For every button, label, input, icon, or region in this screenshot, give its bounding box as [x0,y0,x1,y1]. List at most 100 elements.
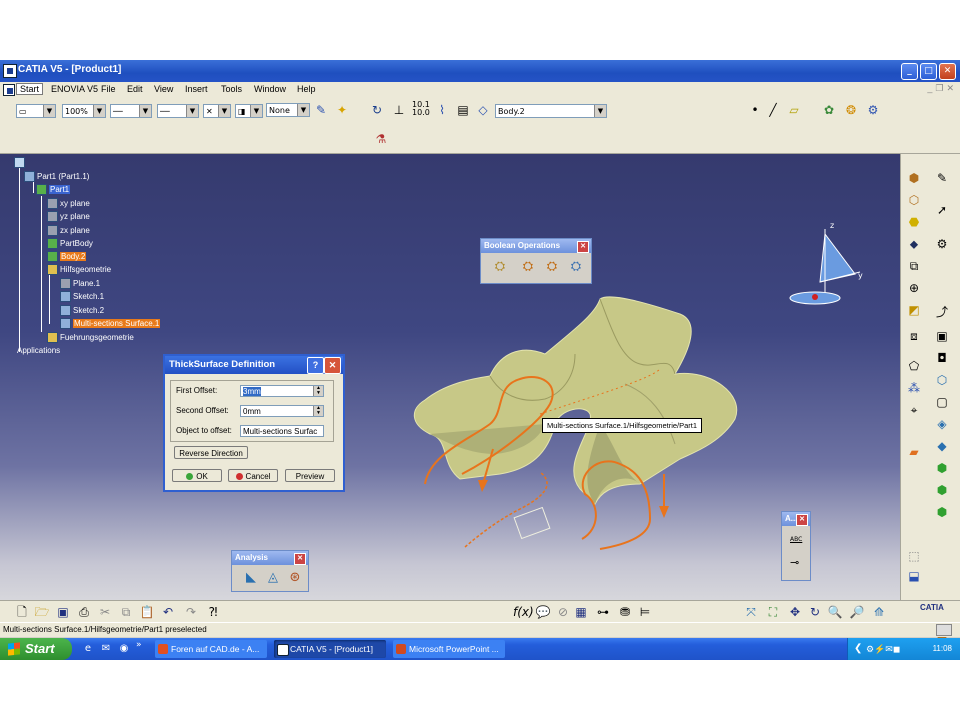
menu-edit[interactable]: Edit [127,84,143,94]
tree-graph-icon[interactable]: ⊶ [595,604,611,620]
title-bar[interactable]: CATIA V5 - [Product1] _ □ ✕ [0,60,960,82]
3d-viewport[interactable]: Part1 (Part1.1) Part1 xy plane yz plane … [0,154,900,600]
analysis-title[interactable]: Analysis ✕ [232,551,308,565]
sketch-tools-icon[interactable]: ⚙ [934,236,950,252]
update-icon[interactable]: ↻ [369,102,385,118]
annotation-toolbar[interactable]: A... ✕ ABC ⊸ [781,511,811,581]
format-painter-icon[interactable]: ✎ [313,102,329,118]
mdi-minimize-icon[interactable]: _ [927,83,932,94]
comment-icon[interactable]: 💬 [535,604,551,620]
preview-button[interactable]: Preview [285,469,335,482]
rotate-icon[interactable]: ↻ [807,604,823,620]
compass-widget[interactable]: z y [789,221,863,305]
close-surface-icon[interactable]: ▰ [906,444,922,460]
dialog-close-button[interactable]: ✕ [324,357,341,374]
catalog-icon[interactable]: ▤ [455,102,471,118]
fly-mode-icon[interactable]: ⤧ [743,604,759,620]
open-icon[interactable]: 🗁 [34,604,50,620]
maximize-button[interactable]: □ [920,63,937,80]
knowledge-icon[interactable]: ⚗ [373,131,389,147]
select-icon[interactable]: ➚ [934,202,950,218]
assemble-icon[interactable]: ⛭ [489,256,511,278]
paste-icon[interactable]: 📋 [139,604,155,620]
split-body-icon[interactable]: ⬢ [934,504,950,520]
current-body-dropdown[interactable]: Body.2 ▼ [495,104,607,118]
transparency-dropdown[interactable]: 100% ▼ [62,104,106,118]
split-icon[interactable]: ◘ [934,350,950,366]
menu-file[interactable]: File [101,84,116,94]
scaling-icon[interactable]: ◈ [934,416,950,432]
constraint-icon[interactable]: ⤴ [934,304,950,320]
fit-all-icon[interactable]: ⛶ [765,604,781,620]
render-style-dropdown[interactable]: ◨ ▼ [235,104,263,118]
minimize-button[interactable]: _ [901,63,918,80]
draft-icon[interactable]: ⬠ [906,358,922,374]
menu-help[interactable]: Help [297,84,316,94]
sketch-icon[interactable]: ⌇ [434,102,450,118]
add-icon[interactable]: ⛭ [517,256,539,278]
point-type-dropdown[interactable]: ✕ ▼ [203,104,231,118]
task-catia[interactable]: CATIA V5 - [Product1] [274,640,386,658]
first-offset-field[interactable]: 3mm ▲ ▼ [240,385,324,397]
print-icon[interactable]: ⎙ [76,604,92,620]
axis-system-icon[interactable]: ⊥ [391,102,407,118]
second-offset-spinner[interactable]: ▲ ▼ [313,406,323,416]
menu-enovia[interactable]: ENOVIA V5 [51,84,98,94]
reverse-direction-button[interactable]: Reverse Direction [174,446,248,459]
formula-icon[interactable]: 10.1 10.0 [412,101,430,117]
curvature-analysis-icon[interactable]: ◬ [262,567,284,589]
menu-start[interactable]: Start [16,83,44,95]
catia-app-icon[interactable] [3,64,17,78]
close-icon[interactable]: ✕ [294,553,306,565]
help-button[interactable]: ? [307,357,324,374]
task-foren-cad[interactable]: Foren auf CAD.de - A... [155,640,267,658]
thick-surface-icon[interactable]: ◆ [934,438,950,454]
close-button[interactable]: ✕ [939,63,956,80]
knowledge-advisor-icon[interactable]: ⊨ [637,604,653,620]
mdi-close-icon[interactable]: ✕ [946,83,954,94]
quicklaunch-ie-icon[interactable]: e [80,641,96,657]
mirror-icon[interactable]: ▢ [934,394,950,410]
text-with-leader-icon[interactable]: ABC [790,536,802,543]
sketcher-icon[interactable]: ✎ [934,170,950,186]
rib-icon[interactable]: ⊕ [906,280,922,296]
normal-view-icon[interactable]: ⟰ [871,604,887,620]
assembly-icon[interactable]: ✿ [821,102,837,118]
save-icon[interactable]: ▣ [55,604,71,620]
second-offset-field[interactable]: 0mm ▲ ▼ [240,405,324,417]
zoom-in-icon[interactable]: 🔍 [827,604,843,620]
line-type-dropdown[interactable]: ── ▼ [157,104,199,118]
boolean-operations-toolbar[interactable]: Boolean Operations ✕ ⛭ ⛭ ⛭ ⛭ [480,238,592,284]
task-powerpoint[interactable]: Microsoft PowerPoint ... [393,640,505,658]
mdi-restore-icon[interactable]: ❐ [935,83,943,94]
copy-icon[interactable]: ⧉ [118,604,134,620]
formula-fx-icon[interactable]: f(x) [513,604,534,620]
zoom-out-icon[interactable]: 🔎 [849,604,865,620]
point-icon[interactable]: • [747,102,763,118]
quicklaunch-mail-icon[interactable]: ✉ [98,641,114,657]
draft-analysis-icon[interactable]: ◣ [240,567,262,589]
cancel-button[interactable]: Cancel [228,469,278,482]
3d-model-canvas[interactable]: z y [0,154,900,600]
thread-analysis-icon[interactable]: ⊛ [284,567,306,589]
layer-dropdown[interactable]: None ▼ [266,103,310,117]
cut-icon[interactable]: ✂ [97,604,113,620]
whats-this-icon[interactable]: ⁈ [205,604,221,620]
menu-insert[interactable]: Insert [185,84,208,94]
analysis-toolbar[interactable]: Analysis ✕ ◣ ◬ ⊛ [231,550,309,592]
annotation-toolbar-title[interactable]: A... ✕ [782,512,810,526]
graphic-properties-icon[interactable]: ✦ [334,102,350,118]
profile-icon[interactable]: ▣ [934,328,950,344]
split-surface-icon[interactable]: ⬢ [934,482,950,498]
fill-color-dropdown[interactable]: ▭ ▼ [16,104,56,118]
product-icon[interactable]: ⚙ [865,102,881,118]
plane-icon[interactable]: ▱ [786,102,802,118]
redo-icon[interactable]: ↷ [183,604,199,620]
groove-icon[interactable]: ⬥ [906,236,922,252]
pattern-icon[interactable]: ⁂ [906,380,922,396]
catalog-browser-icon[interactable]: ⛃ [617,604,633,620]
menu-window[interactable]: Window [254,84,286,94]
menu-tools[interactable]: Tools [221,84,242,94]
measure-icon[interactable]: ⬓ [906,568,922,584]
close-icon[interactable]: ✕ [577,241,589,253]
